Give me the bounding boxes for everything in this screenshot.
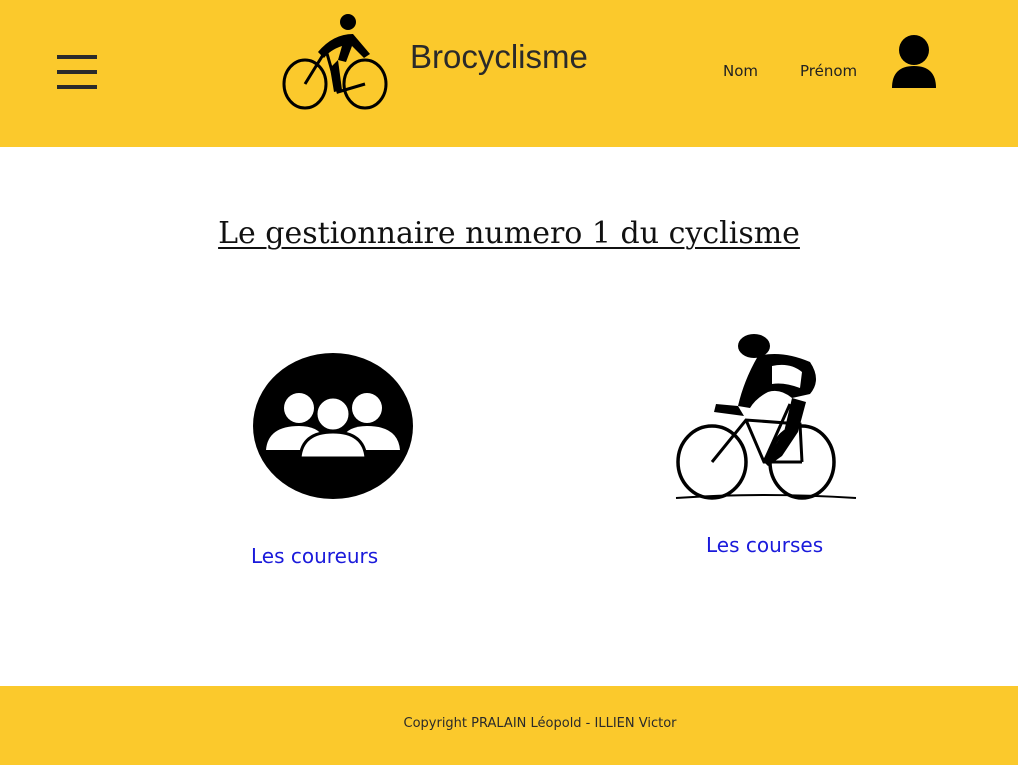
user-avatar-icon[interactable] (888, 34, 940, 90)
site-footer: Copyright PRALAIN Léopold - ILLIEN Victo… (0, 686, 1018, 765)
les-courses-link[interactable]: Les courses (706, 533, 823, 557)
site-header: Brocyclisme Nom Prénom (0, 0, 1018, 147)
cyclist-logo-icon[interactable] (278, 12, 388, 112)
user-prenom: Prénom (800, 62, 858, 80)
user-nom: Nom (723, 62, 759, 80)
les-coureurs-link[interactable]: Les coureurs (251, 544, 378, 568)
group-of-people-icon[interactable] (252, 352, 414, 500)
brand-name[interactable]: Brocyclisme (410, 38, 588, 76)
racing-cyclist-icon[interactable] (672, 332, 858, 504)
page-title: Le gestionnaire numero 1 du cyclisme (218, 216, 800, 251)
hamburger-menu-icon[interactable] (55, 53, 99, 91)
copyright-text: Copyright PRALAIN Léopold - ILLIEN Victo… (403, 716, 677, 731)
